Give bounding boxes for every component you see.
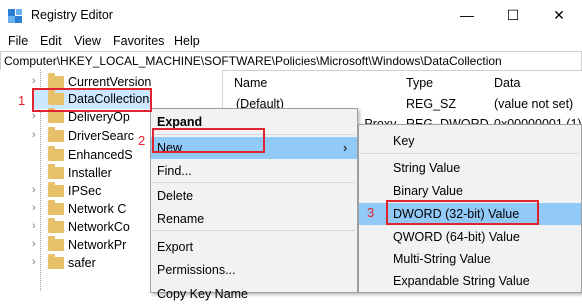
tree-item-label: CurrentVersion [68,75,152,89]
folder-icon [48,254,64,269]
menu-item-label: Rename [157,212,205,226]
title-bar: Registry Editor — ☐ ✕ [0,0,582,32]
tree-item-label: DriverSearc [68,129,134,143]
menu-item-label: Expand [157,115,203,129]
minimize-button[interactable]: — [444,0,490,30]
menu-item-label: Permissions... [157,263,236,277]
tree-item-label: DeliveryOp [68,110,130,124]
folder-icon [48,73,64,88]
expand-arrow-icon[interactable]: › [32,202,36,214]
folder-icon [48,146,64,161]
folder-icon [48,182,64,197]
address-path: Computer\HKEY_LOCAL_MACHINE\SOFTWARE\Pol… [4,54,502,68]
tree-item-label: IPSec [68,184,102,198]
menu-item-label: Key [393,134,415,148]
menu-item-label: Expandable String Value [393,274,530,288]
window-title: Registry Editor [31,8,113,22]
tree-item-label: NetworkPr [68,238,127,252]
menu-item-export[interactable]: Export [151,236,357,258]
menu-item-label: QWORD (64-bit) Value [393,230,520,244]
menu-item-label: Delete [157,189,194,203]
menu-item-label: Binary Value [393,184,463,198]
value-row-data: (value not set) [494,97,574,111]
menu-file[interactable]: File [8,34,28,48]
menu-view[interactable]: View [74,34,101,48]
menu-item-label: Export [157,240,194,254]
tree-item-label: Installer [68,166,112,180]
expand-arrow-icon[interactable]: › [32,129,36,141]
annotation-box-step2 [152,128,265,153]
menu-bar: File Edit View Favorites Help [0,32,582,52]
annotation-step1: 1 [18,93,26,108]
expand-arrow-icon[interactable]: › [32,184,36,196]
menu-item-label: Copy Key Name [157,287,249,301]
folder-icon [48,127,64,142]
tree-item-label: NetworkCo [68,220,130,234]
column-header-data[interactable]: Data [494,76,520,90]
address-bar[interactable]: Computer\HKEY_LOCAL_MACHINE\SOFTWARE\Pol… [0,51,582,71]
menu-help[interactable]: Help [174,34,200,48]
annotation-step2: 2 [138,133,146,148]
registry-editor-icon [8,9,22,23]
submenu-item-key[interactable]: Key [359,130,581,152]
folder-icon [48,200,64,215]
menu-item-delete[interactable]: Delete [151,185,357,207]
tree-item-label: Network C [68,202,127,216]
menu-item-label: String Value [393,161,461,175]
submenu-item-string-value[interactable]: String Value [359,157,581,179]
menu-item-rename[interactable]: Rename [151,208,357,230]
folder-icon [48,108,64,123]
submenu-item-expandable-string-value[interactable]: Expandable String Value [359,270,581,292]
column-header-name[interactable]: Name [234,76,267,90]
menu-edit[interactable]: Edit [40,34,62,48]
expand-arrow-icon[interactable]: › [32,75,36,87]
annotation-step3: 3 [367,205,375,220]
submenu-item-binary-value[interactable]: Binary Value [359,180,581,202]
folder-icon [48,164,64,179]
expand-arrow-icon[interactable]: › [32,238,36,250]
menu-item-permissions[interactable]: Permissions... [151,259,357,281]
menu-separator [153,182,355,183]
menu-item-find[interactable]: Find... [151,160,357,182]
submenu-item-multi-string-value[interactable]: Multi-String Value [359,248,581,270]
menu-favorites[interactable]: Favorites [113,34,164,48]
expand-arrow-icon[interactable]: › [32,220,36,232]
menu-separator [361,153,579,154]
annotation-box-step3 [386,200,539,225]
tree-item-label: safer [68,256,96,270]
expand-arrow-icon[interactable]: › [32,256,36,268]
menu-separator [153,230,355,231]
column-header-type[interactable]: Type [406,76,433,90]
close-button[interactable]: ✕ [536,0,582,30]
menu-item-label: Find... [157,164,192,178]
menu-item-copy-key-name[interactable]: Copy Key Name [151,283,357,305]
folder-icon [48,236,64,251]
value-row-type: REG_SZ [406,97,457,111]
submenu-item-qword-value[interactable]: QWORD (64-bit) Value [359,226,581,248]
folder-icon [48,218,64,233]
annotation-box-step1 [32,88,152,112]
submenu-arrow-icon: › [343,141,348,155]
menu-item-label: Multi-String Value [393,252,491,266]
tree-item-label: EnhancedS [68,148,133,162]
maximize-button[interactable]: ☐ [490,0,536,30]
